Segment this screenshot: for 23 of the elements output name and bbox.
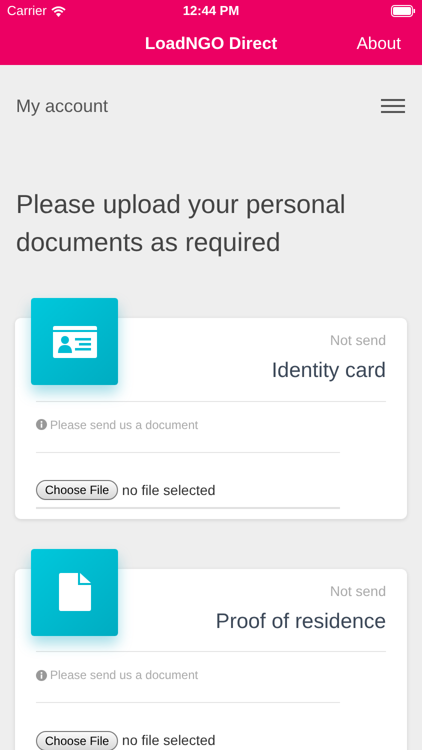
document-title: Proof of residence <box>216 608 386 634</box>
status-time: 12:44 PM <box>182 2 240 20</box>
hint-text: Please send us a document <box>50 667 198 684</box>
menu-icon[interactable] <box>381 99 405 113</box>
hint-text: Please send us a document <box>50 416 198 434</box>
document-title: Identity card <box>272 358 386 384</box>
id-card-icon <box>52 326 96 358</box>
info-icon <box>36 419 47 430</box>
file-status: no file selected <box>122 480 216 500</box>
carrier-label: Carrier <box>7 2 47 20</box>
file-status: no file selected <box>122 731 216 750</box>
battery-icon <box>391 5 415 17</box>
info-icon <box>36 670 47 680</box>
document-status: Not send <box>330 331 386 350</box>
upload-heading: Please upload your personal documents as required <box>15 188 347 259</box>
app-title: LoadNGO Direct <box>144 32 278 55</box>
file-icon <box>58 573 90 611</box>
wifi-icon <box>50 6 66 16</box>
page-title: My account <box>16 94 108 118</box>
document-status: Not send <box>330 582 386 600</box>
choose-file-button[interactable]: Choose File <box>36 730 118 750</box>
choose-file-button[interactable]: Choose File <box>36 480 118 500</box>
about-link[interactable]: About <box>356 30 401 56</box>
